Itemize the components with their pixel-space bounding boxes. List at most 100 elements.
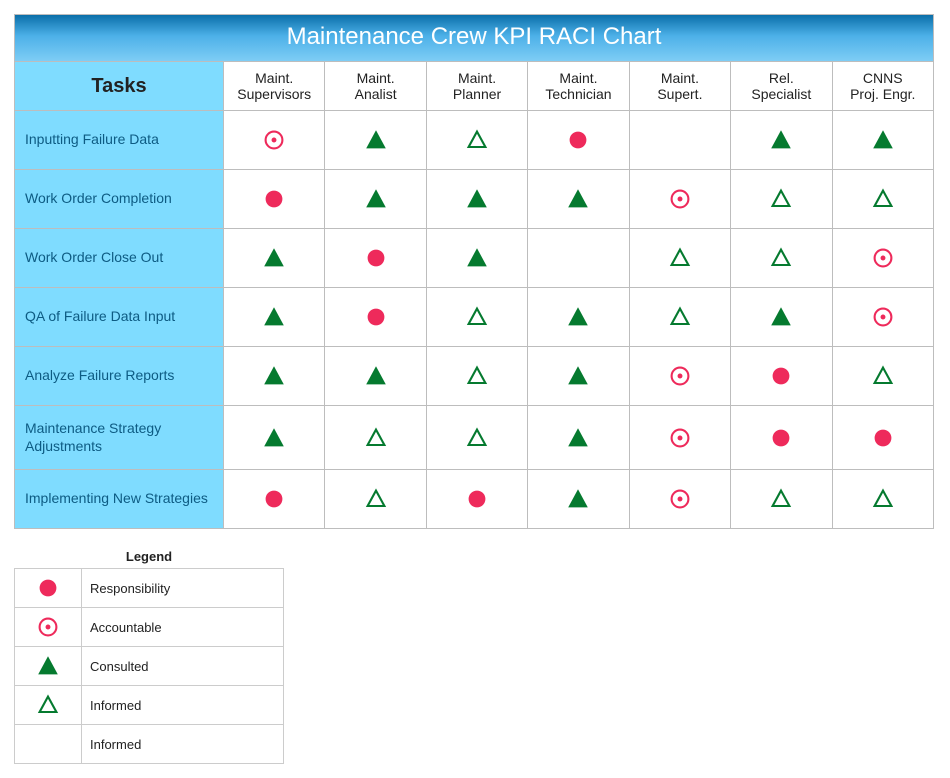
consulted-icon xyxy=(869,126,897,154)
responsibility-icon xyxy=(767,362,795,390)
accountable-icon xyxy=(666,185,694,213)
chart-title: Maintenance Crew KPI RACI Chart xyxy=(14,14,934,61)
cell-4-0 xyxy=(224,347,325,406)
accountable-icon xyxy=(260,126,288,154)
consulted-icon xyxy=(260,424,288,452)
cell-2-5 xyxy=(731,229,832,288)
consulted-icon xyxy=(564,303,592,331)
cell-0-2 xyxy=(426,111,527,170)
informed-icon xyxy=(666,303,694,331)
cell-0-3 xyxy=(528,111,629,170)
consulted-icon xyxy=(463,244,491,272)
responsibility-icon xyxy=(767,424,795,452)
cell-1-1 xyxy=(325,170,426,229)
legend-label-4: Informed xyxy=(82,725,284,764)
legend: Legend Responsibility Accountable Consul… xyxy=(14,547,284,764)
cell-4-1 xyxy=(325,347,426,406)
tasks-header: Tasks xyxy=(15,62,224,111)
cell-5-3 xyxy=(528,406,629,470)
cell-6-2 xyxy=(426,470,527,529)
cell-1-0 xyxy=(224,170,325,229)
raci-chart: Maintenance Crew KPI RACI Chart TasksMai… xyxy=(14,14,934,764)
cell-6-6 xyxy=(832,470,933,529)
cell-0-0 xyxy=(224,111,325,170)
cell-1-3 xyxy=(528,170,629,229)
role-header-2: Maint.Planner xyxy=(426,62,527,111)
cell-2-2 xyxy=(426,229,527,288)
cell-1-2 xyxy=(426,170,527,229)
task-label-6: Implementing New Strategies xyxy=(15,470,224,529)
informed-icon xyxy=(463,126,491,154)
legend-title: Legend xyxy=(14,547,284,568)
accountable-icon xyxy=(869,244,897,272)
cell-2-6 xyxy=(832,229,933,288)
table-row: Implementing New Strategies xyxy=(15,470,934,529)
cell-0-1 xyxy=(325,111,426,170)
cell-1-6 xyxy=(832,170,933,229)
cell-0-6 xyxy=(832,111,933,170)
blank-icon xyxy=(15,725,82,764)
cell-6-4 xyxy=(629,470,730,529)
informed-icon xyxy=(666,244,694,272)
accountable-icon xyxy=(15,608,82,647)
cell-5-5 xyxy=(731,406,832,470)
cell-6-1 xyxy=(325,470,426,529)
cell-5-0 xyxy=(224,406,325,470)
cell-2-0 xyxy=(224,229,325,288)
accountable-icon xyxy=(666,485,694,513)
cell-5-1 xyxy=(325,406,426,470)
task-label-3: QA of Failure Data Input xyxy=(15,288,224,347)
responsibility-icon xyxy=(260,485,288,513)
accountable-icon xyxy=(666,362,694,390)
responsibility-icon xyxy=(362,244,390,272)
consulted-icon xyxy=(564,485,592,513)
table-row: Inputting Failure Data xyxy=(15,111,934,170)
cell-0-4 xyxy=(629,111,730,170)
table-row: Work Order Completion xyxy=(15,170,934,229)
cell-5-2 xyxy=(426,406,527,470)
informed-icon xyxy=(463,362,491,390)
table-row: Maintenance Strategy Adjustments xyxy=(15,406,934,470)
accountable-icon xyxy=(869,303,897,331)
informed-icon xyxy=(869,485,897,513)
consulted-icon xyxy=(767,303,795,331)
responsibility-icon xyxy=(260,185,288,213)
cell-4-3 xyxy=(528,347,629,406)
legend-label-0: Responsibility xyxy=(82,569,284,608)
consulted-icon xyxy=(260,362,288,390)
consulted-icon xyxy=(260,303,288,331)
informed-icon xyxy=(869,362,897,390)
task-label-1: Work Order Completion xyxy=(15,170,224,229)
legend-label-1: Accountable xyxy=(82,608,284,647)
responsibility-icon xyxy=(362,303,390,331)
cell-1-4 xyxy=(629,170,730,229)
cell-0-5 xyxy=(731,111,832,170)
cell-6-0 xyxy=(224,470,325,529)
informed-icon xyxy=(767,485,795,513)
informed-icon xyxy=(767,244,795,272)
table-row: Work Order Close Out xyxy=(15,229,934,288)
cell-2-4 xyxy=(629,229,730,288)
task-label-5: Maintenance Strategy Adjustments xyxy=(15,406,224,470)
role-header-3: Maint.Technician xyxy=(528,62,629,111)
cell-3-3 xyxy=(528,288,629,347)
informed-icon xyxy=(869,185,897,213)
legend-row: Responsibility xyxy=(15,569,284,608)
informed-icon xyxy=(767,185,795,213)
role-header-0: Maint.Supervisors xyxy=(224,62,325,111)
responsibility-icon xyxy=(15,569,82,608)
legend-table: Responsibility Accountable Consulted Inf… xyxy=(14,568,284,764)
table-row: Analyze Failure Reports xyxy=(15,347,934,406)
raci-table: TasksMaint.SupervisorsMaint.AnalistMaint… xyxy=(14,61,934,529)
informed-icon xyxy=(463,303,491,331)
task-label-4: Analyze Failure Reports xyxy=(15,347,224,406)
cell-2-1 xyxy=(325,229,426,288)
table-row: QA of Failure Data Input xyxy=(15,288,934,347)
cell-3-1 xyxy=(325,288,426,347)
informed-icon xyxy=(362,485,390,513)
consulted-icon xyxy=(564,424,592,452)
informed-icon xyxy=(362,424,390,452)
consulted-icon xyxy=(362,126,390,154)
responsibility-icon xyxy=(869,424,897,452)
cell-3-2 xyxy=(426,288,527,347)
